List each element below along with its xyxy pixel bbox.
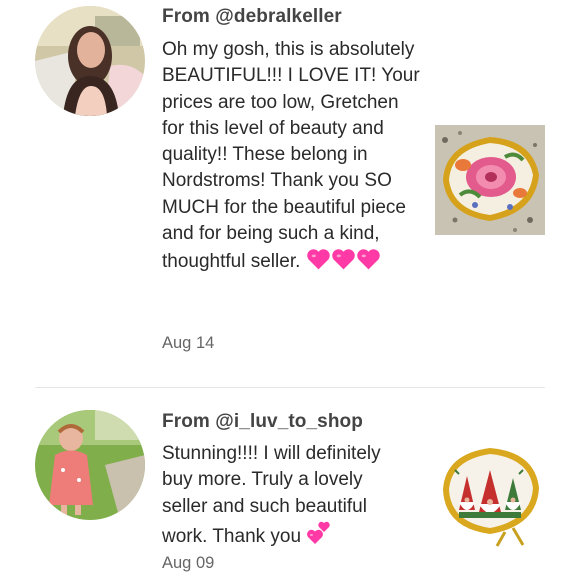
avatar[interactable] xyxy=(35,410,145,520)
heart-icon xyxy=(331,247,356,279)
two-hearts-icon xyxy=(306,520,332,554)
divider xyxy=(35,387,545,388)
review-text: Oh my gosh, this is absolutely BEAUTIFUL… xyxy=(162,37,424,280)
avatar[interactable] xyxy=(35,6,145,116)
review-date: Aug 09 xyxy=(162,554,215,572)
reviewer-name[interactable]: From @i_luv_to_shop xyxy=(162,411,363,433)
product-thumbnail[interactable] xyxy=(435,440,545,550)
review-text: Stunning!!!! I will definitely buy more.… xyxy=(162,441,412,554)
product-thumbnail[interactable] xyxy=(435,125,545,235)
review-text-content: Stunning!!!! I will definitely buy more.… xyxy=(162,443,381,547)
heart-icon xyxy=(306,247,331,279)
review-text-content: Oh my gosh, this is absolutely BEAUTIFUL… xyxy=(162,39,420,273)
review-date: Aug 14 xyxy=(162,334,215,352)
heart-icon xyxy=(356,247,381,279)
reviewer-name[interactable]: From @debralkeller xyxy=(162,6,342,28)
